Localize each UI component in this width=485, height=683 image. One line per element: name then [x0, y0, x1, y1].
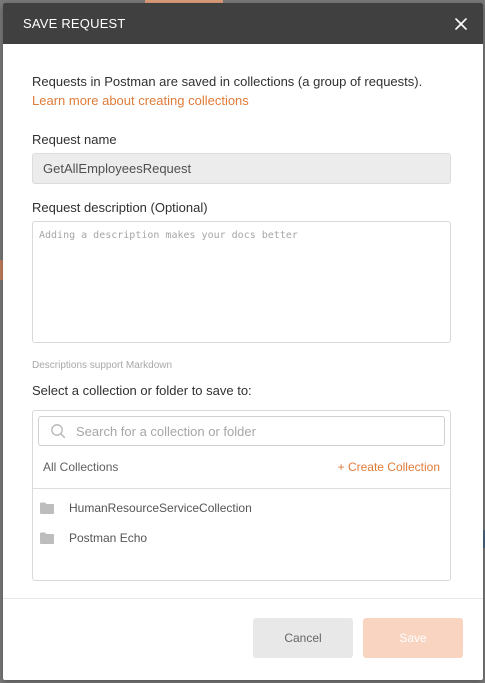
dialog-title: SAVE REQUEST	[23, 16, 126, 31]
request-description-label: Request description (Optional)	[32, 200, 208, 215]
learn-more-link[interactable]: Learn more about creating collections	[32, 91, 249, 110]
collection-search-box[interactable]	[38, 416, 445, 446]
collection-item[interactable]: HumanResourceServiceCollection	[33, 493, 450, 523]
cancel-button[interactable]: Cancel	[253, 618, 353, 658]
folder-icon	[40, 532, 54, 544]
create-collection-button[interactable]: + Create Collection	[338, 460, 440, 474]
collection-search-input[interactable]	[76, 418, 444, 444]
close-icon[interactable]	[453, 16, 469, 32]
collection-list: HumanResourceServiceCollection Postman E…	[33, 489, 450, 553]
request-description-textarea[interactable]	[32, 221, 451, 343]
markdown-hint: Descriptions support Markdown	[32, 360, 173, 371]
intro-text: Requests in Postman are saved in collect…	[32, 74, 423, 89]
request-name-input[interactable]	[32, 153, 451, 184]
save-button[interactable]: Save	[363, 618, 463, 658]
all-collections-label: All Collections	[43, 460, 119, 474]
dialog-body: Requests in Postman are saved in collect…	[3, 44, 483, 581]
search-icon	[50, 423, 66, 439]
collection-name: HumanResourceServiceCollection	[69, 501, 252, 515]
collection-name: Postman Echo	[69, 531, 148, 545]
folder-icon	[40, 502, 54, 514]
request-name-label: Request name	[32, 132, 117, 147]
dialog-footer: Cancel Save	[3, 598, 483, 680]
collection-item[interactable]: Postman Echo	[33, 523, 450, 553]
save-request-dialog: SAVE REQUEST Requests in Postman are sav…	[3, 3, 483, 680]
dialog-header: SAVE REQUEST	[3, 3, 483, 44]
collection-list-header: All Collections + Create Collection	[33, 446, 450, 489]
collection-select-label: Select a collection or folder to save to…	[32, 383, 252, 398]
collection-picker: All Collections + Create Collection Huma…	[32, 410, 451, 581]
